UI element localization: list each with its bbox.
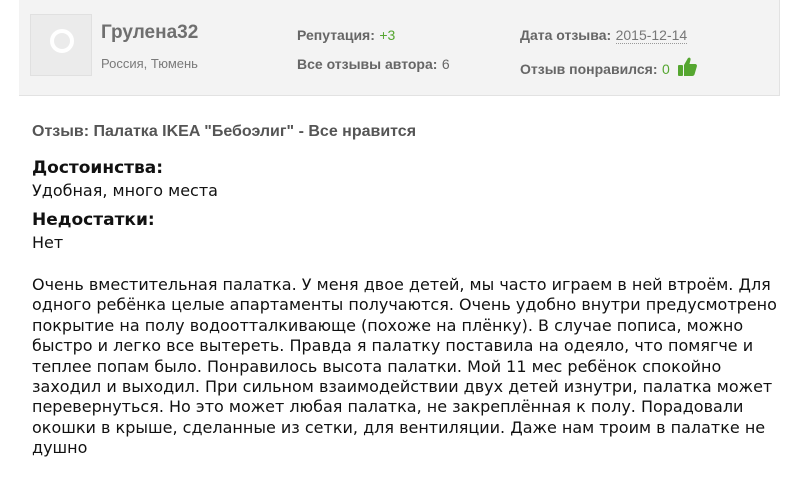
review-body-line: одного ребёнка целые апартаменты получаю…: [32, 295, 777, 315]
avatar[interactable]: [30, 14, 92, 76]
author-name[interactable]: Грулена32: [101, 22, 198, 44]
reputation-label: Репутация:: [297, 27, 375, 43]
all-reviews[interactable]: Все отзывы автора: 6: [297, 56, 450, 74]
review-title: Отзыв: Палатка IKEA "Бебоэлиг" - Все нра…: [32, 123, 417, 140]
review-body-line: быстро и легко все вытереть. Правда я па…: [32, 336, 754, 356]
reputation: Репутация: +3: [297, 27, 395, 45]
review-body-line: заходил и выходил. При сильном взаимодей…: [32, 377, 773, 397]
review-body-line: душно: [32, 438, 88, 458]
reputation-value: +3: [379, 27, 396, 43]
review-header: Грулена32 Россия, Тюмень Репутация: +3 В…: [19, 0, 780, 96]
pros-heading: Достоинства:: [32, 158, 164, 178]
review-body-line: окошки в крыше, сделанные из сетки, для …: [32, 417, 766, 437]
liked-label: Отзыв понравился:: [520, 61, 658, 77]
review-liked: Отзыв понравился: 0: [520, 56, 698, 79]
review-body: Очень вместительная палатка. У меня двое…: [32, 275, 777, 459]
date-value: 2015-12-14: [615, 27, 688, 44]
liked-count: 0: [661, 61, 670, 77]
thumbs-up-icon[interactable]: [676, 56, 698, 78]
pros-text: Удобная, много места: [32, 181, 218, 200]
all-reviews-label[interactable]: Все отзывы автора:: [297, 56, 437, 72]
review-date: Дата отзыва: 2015-12-14: [520, 27, 688, 45]
author-location: Россия, Тюмень: [101, 56, 198, 71]
all-reviews-count[interactable]: 6: [442, 56, 450, 72]
date-label: Дата отзыва:: [520, 27, 612, 43]
review-body-line: теплее попам было. Понравилось высота па…: [32, 356, 722, 376]
review-body-line: перевернуться. Но это может любая палатк…: [32, 397, 744, 417]
avatar-placeholder-icon: [50, 29, 74, 53]
cons-heading: Недостатки:: [32, 210, 155, 230]
cons-text: Нет: [32, 233, 64, 252]
review-body-line: покрытие на полу водоотталкивающе (похож…: [32, 315, 744, 335]
review-body-line: Очень вместительная палатка. У меня двое…: [32, 275, 771, 294]
